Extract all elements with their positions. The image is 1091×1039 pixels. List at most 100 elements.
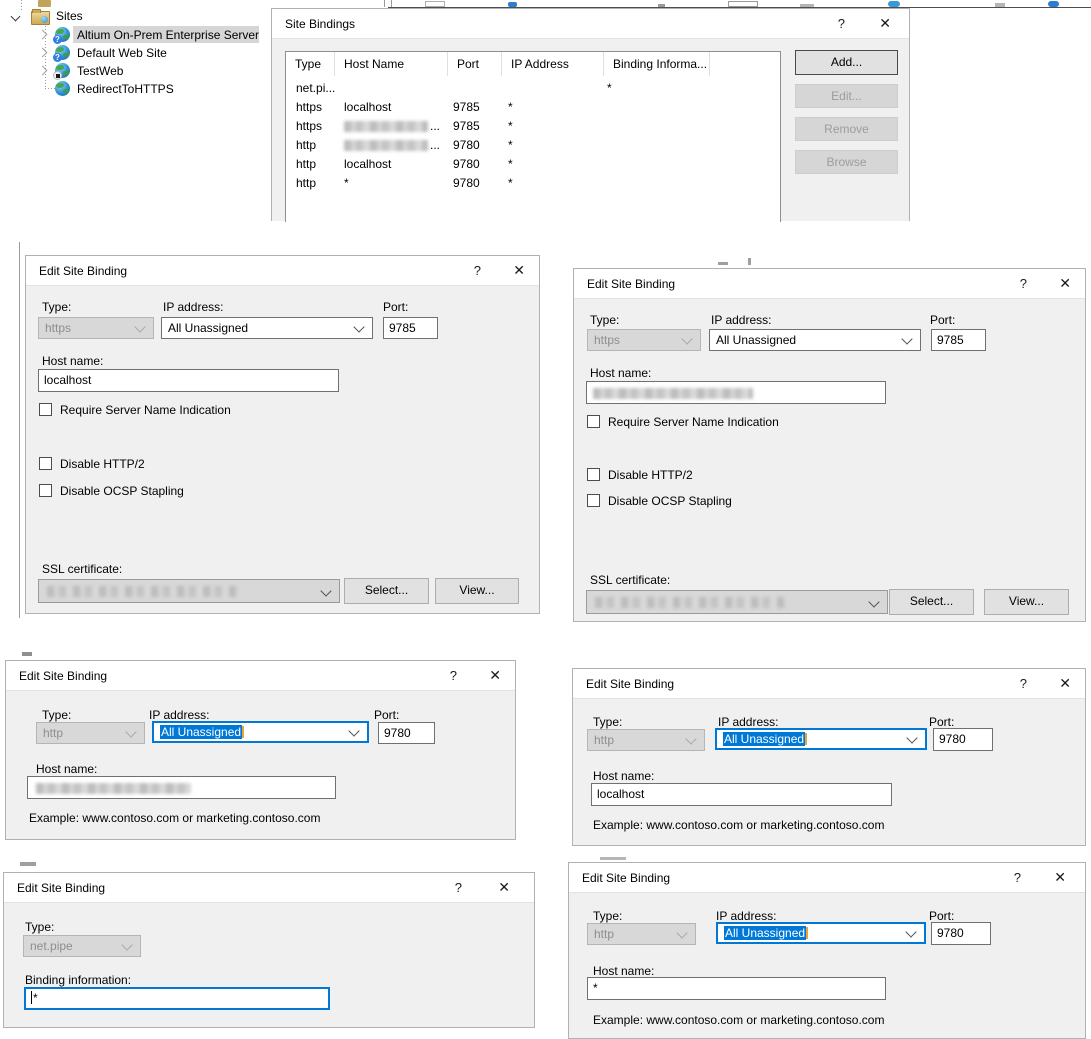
text-cursor <box>31 991 32 1004</box>
help-icon[interactable]: ? <box>474 263 481 278</box>
host-name-input[interactable] <box>27 776 336 799</box>
require-sni-checkbox[interactable] <box>587 415 600 428</box>
host-name-input[interactable] <box>586 381 886 404</box>
help-icon[interactable]: ? <box>1020 276 1027 291</box>
chevron-collapsed-icon[interactable] <box>37 47 48 58</box>
disable-http2-label: Disable HTTP/2 <box>60 457 145 471</box>
window-fragment <box>718 262 728 265</box>
cell-host-name: localhost <box>344 100 392 114</box>
table-row[interactable]: http ... 9780 * <box>287 136 779 155</box>
ip-address-select[interactable]: All Unassigned <box>715 728 927 750</box>
port-input[interactable]: 9780 <box>933 728 993 751</box>
close-icon[interactable]: ✕ <box>489 667 501 684</box>
chevron-expanded-icon[interactable] <box>10 11 21 22</box>
edit-site-binding-dialog-http-localhost: Edit Site Binding ? ✕ Type: IP address: … <box>572 668 1086 846</box>
tree-item-default-web-site[interactable]: ? Default Web Site <box>0 44 280 62</box>
column-header-ip-address[interactable]: IP Address <box>502 52 604 76</box>
cell-host-ellipsis: ... <box>430 138 441 152</box>
disable-http2-checkbox[interactable] <box>587 468 600 481</box>
chevron-down-icon <box>906 732 918 744</box>
close-icon[interactable]: ✕ <box>498 879 510 896</box>
view-button[interactable]: View... <box>435 578 519 604</box>
close-icon[interactable]: ✕ <box>1054 869 1066 886</box>
window-fragment <box>888 1 900 7</box>
tree-item-label: Altium On-Prem Enterprise Server <box>77 28 260 42</box>
close-icon[interactable]: ✕ <box>1059 275 1071 292</box>
table-row[interactable]: http localhost 9780 * <box>287 155 779 174</box>
host-name-label: Host name: <box>593 964 655 978</box>
tree-item-redirecttohttps[interactable]: RedirectToHTTPS <box>0 80 280 98</box>
dialog-titlebar: Edit Site Binding ? ✕ <box>574 269 1085 299</box>
tree-item-sites[interactable]: Sites <box>0 8 260 26</box>
host-name-input[interactable]: localhost <box>591 783 892 806</box>
column-header-binding-information[interactable]: Binding Informa... <box>604 52 710 76</box>
require-sni-checkbox[interactable] <box>39 403 52 416</box>
host-name-label: Host name: <box>590 366 652 380</box>
site-globe-icon: ? <box>53 27 70 44</box>
help-icon[interactable]: ? <box>1020 676 1027 691</box>
port-value: 9785 <box>389 321 416 335</box>
ssl-certificate-select[interactable] <box>38 579 340 603</box>
window-fragment <box>728 1 758 7</box>
close-icon[interactable]: ✕ <box>879 15 891 32</box>
table-row[interactable]: net.pi... * <box>287 79 779 98</box>
column-header-port[interactable]: Port <box>448 52 502 76</box>
view-button[interactable]: View... <box>984 589 1069 615</box>
ip-address-select[interactable]: All Unassigned <box>161 317 373 339</box>
ip-address-select[interactable]: All Unassigned <box>716 922 926 944</box>
table-row[interactable]: https localhost 9785 * <box>287 98 779 117</box>
add-button[interactable]: Add... <box>795 50 898 75</box>
chevron-down-icon <box>353 321 365 333</box>
disable-ocsp-checkbox[interactable] <box>39 484 52 497</box>
help-icon[interactable]: ? <box>838 16 845 31</box>
select-button[interactable]: Select... <box>344 578 429 604</box>
port-input[interactable]: 9785 <box>931 329 986 351</box>
window-fragment <box>20 862 36 866</box>
tree-item-altium-server[interactable]: ? Altium On-Prem Enterprise Server <box>0 26 280 44</box>
help-icon[interactable]: ? <box>455 880 462 895</box>
ssl-certificate-label: SSL certificate: <box>590 573 671 587</box>
ip-address-label: IP address: <box>718 715 779 729</box>
disable-http2-checkbox[interactable] <box>39 457 52 470</box>
ip-address-value: All Unassigned <box>723 732 806 746</box>
port-input[interactable]: 9780 <box>378 722 435 744</box>
help-icon[interactable]: ? <box>1014 870 1021 885</box>
binding-information-value: * <box>33 991 38 1005</box>
ip-address-select[interactable]: All Unassigned <box>709 329 921 351</box>
cell-binding-information: * <box>607 81 612 95</box>
port-label: Port: <box>374 708 400 722</box>
close-icon[interactable]: ✕ <box>1059 675 1071 692</box>
port-input[interactable]: 9780 <box>931 922 991 945</box>
column-header-type[interactable]: Type <box>286 52 335 76</box>
ip-address-value: All Unassigned <box>716 333 797 347</box>
chevron-collapsed-icon[interactable] <box>37 29 48 40</box>
cell-port: 9780 <box>453 157 480 171</box>
close-icon[interactable]: ✕ <box>513 262 525 279</box>
dialog-title: Edit Site Binding <box>587 277 676 291</box>
port-input[interactable]: 9785 <box>383 317 438 339</box>
cell-port: 9785 <box>453 119 480 133</box>
cell-type: net.pi... <box>296 81 336 95</box>
tree-item-testweb[interactable]: TestWeb <box>0 62 280 80</box>
table-row[interactable]: http * 9780 * <box>287 174 779 193</box>
host-name-input[interactable]: * <box>587 977 886 1000</box>
window-fragment <box>384 0 385 7</box>
column-header-host-name[interactable]: Host Name <box>335 52 448 76</box>
host-name-input[interactable]: localhost <box>38 369 339 392</box>
sites-folder-icon <box>31 9 50 25</box>
chevron-collapsed-icon[interactable] <box>37 65 48 76</box>
disable-ocsp-checkbox[interactable] <box>587 494 600 507</box>
binding-information-input[interactable]: * <box>24 987 330 1010</box>
dialog-title: Edit Site Binding <box>17 881 106 895</box>
dialog-titlebar: Edit Site Binding ? ✕ <box>4 873 534 903</box>
ip-address-select[interactable]: All Unassigned <box>152 721 369 743</box>
window-fragment <box>748 258 751 265</box>
table-row[interactable]: https ... 9785 * <box>287 117 779 136</box>
window-fragment <box>38 0 51 7</box>
select-button[interactable]: Select... <box>889 589 974 615</box>
window-fragment <box>425 1 445 7</box>
ssl-certificate-select[interactable] <box>586 590 888 614</box>
binding-information-label: Binding information: <box>25 973 132 987</box>
chevron-down-icon <box>868 596 880 608</box>
help-icon[interactable]: ? <box>450 668 457 683</box>
